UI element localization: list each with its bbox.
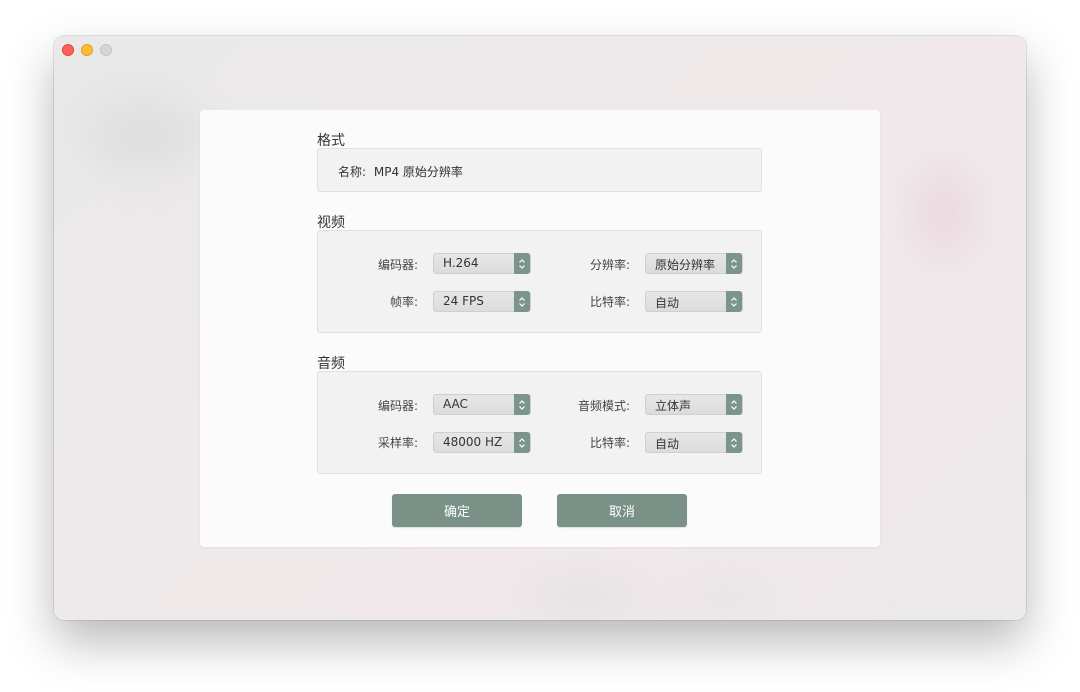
app-window: 格式 名称: MP4 原始分辨率 视频 编码器: H.264 分辨率: 原始分辨… [54, 36, 1026, 620]
background-blur-shape [674, 581, 774, 616]
audio-panel: 编码器: AAC 音频模式: 立体声 采样率: 48000 HZ 比特率: 自动 [317, 371, 762, 474]
video-resolution-select[interactable]: 原始分辨率 [645, 253, 743, 274]
minimize-window-button[interactable] [81, 44, 93, 56]
video-encoder-select[interactable]: H.264 [433, 253, 531, 274]
background-blur-shape [84, 96, 204, 176]
format-name-value: MP4 原始分辨率 [373, 165, 463, 179]
video-encoder-value: H.264 [443, 256, 479, 270]
up-down-chevron-icon[interactable] [726, 291, 742, 312]
video-encoder-label: 编码器: [377, 258, 418, 272]
video-framerate-value: 24 FPS [443, 294, 484, 308]
audio-mode-value: 立体声 [655, 399, 692, 413]
audio-mode-select[interactable]: 立体声 [645, 394, 743, 415]
confirm-button[interactable]: 确定 [392, 494, 522, 527]
video-bitrate-label: 比特率: [589, 295, 630, 309]
audio-samplerate-select[interactable]: 48000 HZ [433, 432, 531, 453]
video-bitrate-value: 自动 [655, 296, 680, 310]
audio-encoder-label: 编码器: [377, 399, 418, 413]
background-blur-shape [914, 166, 974, 256]
audio-bitrate-select[interactable]: 自动 [645, 432, 743, 453]
video-framerate-select[interactable]: 24 FPS [433, 291, 531, 312]
up-down-chevron-icon[interactable] [514, 394, 530, 415]
window-controls [62, 44, 112, 56]
close-window-button[interactable] [62, 44, 74, 56]
video-panel: 编码器: H.264 分辨率: 原始分辨率 帧率: 24 FPS 比特率: 自动 [317, 230, 762, 333]
format-section-title: 格式 [317, 133, 345, 149]
cancel-button[interactable]: 取消 [557, 494, 687, 527]
audio-section-title: 音频 [317, 356, 345, 372]
audio-bitrate-label: 比特率: [589, 436, 630, 450]
background-blur-shape [524, 576, 644, 616]
export-settings-dialog: 格式 名称: MP4 原始分辨率 视频 编码器: H.264 分辨率: 原始分辨… [200, 110, 880, 547]
audio-encoder-value: AAC [443, 397, 468, 411]
video-resolution-value: 原始分辨率 [655, 258, 716, 272]
video-resolution-label: 分辨率: [589, 258, 630, 272]
video-section-title: 视频 [317, 215, 345, 231]
format-name-label: 名称: [338, 165, 367, 179]
up-down-chevron-icon[interactable] [514, 253, 530, 274]
format-panel: 名称: MP4 原始分辨率 [317, 148, 762, 192]
up-down-chevron-icon[interactable] [726, 432, 742, 453]
audio-mode-label: 音频模式: [577, 399, 630, 413]
up-down-chevron-icon[interactable] [726, 253, 742, 274]
up-down-chevron-icon[interactable] [514, 291, 530, 312]
zoom-window-button [100, 44, 112, 56]
audio-encoder-select[interactable]: AAC [433, 394, 531, 415]
up-down-chevron-icon[interactable] [726, 394, 742, 415]
video-bitrate-select[interactable]: 自动 [645, 291, 743, 312]
video-framerate-label: 帧率: [389, 295, 418, 309]
audio-samplerate-value: 48000 HZ [443, 435, 503, 449]
format-name-line: 名称: MP4 原始分辨率 [338, 163, 463, 180]
audio-bitrate-value: 自动 [655, 437, 680, 451]
up-down-chevron-icon[interactable] [514, 432, 530, 453]
audio-samplerate-label: 采样率: [377, 436, 418, 450]
